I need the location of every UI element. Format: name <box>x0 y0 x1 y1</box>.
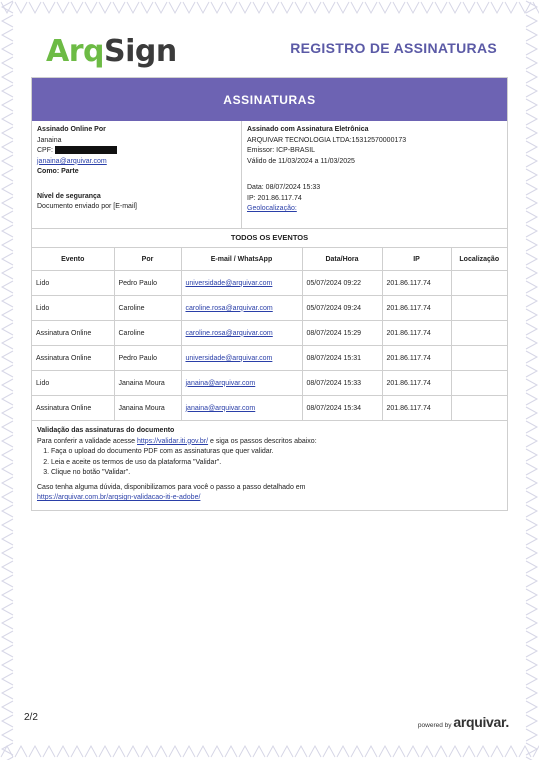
signature-info: Assinado Online Por Janaina CPF: janaina… <box>32 121 507 229</box>
event-ip: 201.86.117.74 <box>381 370 452 396</box>
validation-section: Validação das assinaturas do documento P… <box>32 421 507 510</box>
signer-cpf: CPF: <box>37 146 236 157</box>
signer-name: Janaina <box>37 136 62 144</box>
event-datetime: 08/07/2024 15:34 <box>301 395 383 421</box>
logo-text-sign: Sign <box>104 34 177 69</box>
event-email[interactable]: caroline.rosa@arquivar.com <box>180 320 303 346</box>
certificate-validity: Válido de 11/03/2024 a 11/03/2025 <box>247 157 355 165</box>
event-location <box>450 345 507 371</box>
cpf-redaction <box>54 146 117 155</box>
signer-label: Assinado Online Por <box>37 126 106 133</box>
event-ip: 201.86.117.74 <box>381 295 452 321</box>
validation-title: Validação das assinaturas do documento <box>37 427 175 434</box>
powered-by: powered by arquivar. <box>418 714 509 730</box>
column-header: Localização <box>450 248 507 271</box>
certificate-info: Assinado com Assinatura Eletrônica ARQUI… <box>242 121 507 228</box>
column-header: Data/Hora <box>301 248 383 271</box>
signer-email[interactable]: janaina@arquivar.com <box>37 157 236 168</box>
event-row: Assinatura Online Janaina Moura janaina@… <box>32 395 507 421</box>
event-type: Assinatura Online <box>32 395 115 421</box>
column-header: Por <box>113 248 182 271</box>
validation-step: Faça o upload do documento PDF com as as… <box>51 447 502 458</box>
decorative-border-right <box>523 0 539 760</box>
page-number: 2/2 <box>24 712 38 723</box>
validation-intro-text-end: e siga os passos descritos abaixo: <box>208 437 317 445</box>
arquivar-logo: arquivar. <box>453 714 509 730</box>
decorative-border-top <box>0 0 539 16</box>
signer-role: Como: Parte <box>37 168 79 175</box>
validation-intro-text: Para conferir a validade acesse <box>37 437 137 445</box>
event-by: Caroline <box>113 320 182 346</box>
event-type: Assinatura Online <box>32 345 115 371</box>
validation-steps: Faça o upload do documento PDF com as as… <box>37 447 502 479</box>
event-datetime: 05/07/2024 09:24 <box>301 295 383 321</box>
validation-step: Leia e aceite os termos de uso da plataf… <box>51 458 502 469</box>
event-row: Assinatura Online Caroline caroline.rosa… <box>32 320 507 346</box>
event-ip: 201.86.117.74 <box>381 320 452 346</box>
event-datetime: 08/07/2024 15:33 <box>301 370 383 396</box>
event-location <box>450 395 507 421</box>
document-page: ArqSign REGISTRO DE ASSINATURAS ASSINATU… <box>16 16 523 744</box>
events-header-row: Evento Por E-mail / WhatsApp Data/Hora I… <box>32 248 507 271</box>
event-datetime: 08/07/2024 15:31 <box>301 345 383 371</box>
signer-info: Assinado Online Por Janaina CPF: janaina… <box>32 121 242 228</box>
column-header: E-mail / WhatsApp <box>180 248 303 271</box>
event-type: Lido <box>32 270 115 296</box>
event-by: Pedro Paulo <box>113 270 182 296</box>
signatures-box: ASSINATURAS Assinado Online Por Janaina … <box>31 77 508 511</box>
cpf-label: CPF: <box>37 147 53 154</box>
event-ip: 201.86.117.74 <box>381 395 452 421</box>
help-text: Caso tenha alguma dúvida, disponibilizam… <box>37 483 306 491</box>
powered-by-label: powered by <box>417 722 452 729</box>
event-by: Caroline <box>113 295 182 321</box>
event-ip: 201.86.117.74 <box>381 345 452 371</box>
help-link[interactable]: https://arquivar.com.br/arqsign-validaca… <box>37 493 502 504</box>
validar-link[interactable]: https://validar.iti.gov.br/ <box>137 438 208 445</box>
event-datetime: 08/07/2024 15:29 <box>301 320 383 346</box>
geolocation-link[interactable]: Geolocalização: <box>247 204 502 215</box>
signature-date: Data: 08/07/2024 15:33 <box>247 184 321 191</box>
document-title: REGISTRO DE ASSINATURAS <box>290 40 497 56</box>
event-row: Assinatura Online Pedro Paulo universida… <box>32 345 507 371</box>
events-table: Evento Por E-mail / WhatsApp Data/Hora I… <box>32 248 507 421</box>
event-email[interactable]: janaina@arquivar.com <box>180 395 303 421</box>
decorative-border-left <box>0 0 16 760</box>
security-level: Nível de segurança <box>37 192 101 200</box>
event-by: Janaina Moura <box>113 370 182 396</box>
event-ip: 201.86.117.74 <box>381 270 452 296</box>
event-location <box>450 320 507 346</box>
event-type: Lido <box>32 295 115 321</box>
event-location <box>450 270 507 296</box>
validation-intro: Para conferir a validade acesse https://… <box>37 437 502 448</box>
logo-text-arq: Arq <box>46 34 105 69</box>
column-header: Evento <box>32 248 115 271</box>
certificate-issuer: Emissor: ICP-BRASIL <box>247 147 316 154</box>
section-title: ASSINATURAS <box>32 78 507 121</box>
event-by: Pedro Paulo <box>113 345 182 371</box>
signature-ip: IP: 201.86.117.74 <box>247 194 302 202</box>
event-row: Lido Caroline caroline.rosa@arquivar.com… <box>32 295 507 321</box>
decorative-border-bottom <box>0 744 539 760</box>
event-row: Lido Janaina Moura janaina@arquivar.com … <box>32 370 507 396</box>
event-location <box>450 295 507 321</box>
certificate-company: ARQUIVAR TECNOLOGIA LTDA:15312570000173 <box>247 136 407 144</box>
column-header: IP <box>381 248 452 271</box>
sent-by: Documento enviado por [E-mail] <box>37 203 137 210</box>
event-email[interactable]: janaina@arquivar.com <box>180 370 303 396</box>
event-type: Assinatura Online <box>32 320 115 346</box>
validation-step: Clique no botão "Validar". <box>51 468 502 479</box>
certificate-label: Assinado com Assinatura Eletrônica <box>247 126 369 133</box>
event-type: Lido <box>32 370 115 396</box>
event-datetime: 05/07/2024 09:22 <box>301 270 383 296</box>
events-title: TODOS OS EVENTOS <box>32 229 507 248</box>
event-location <box>450 370 507 396</box>
arqsign-logo: ArqSign <box>46 34 177 69</box>
event-row: Lido Pedro Paulo universidade@arquivar.c… <box>32 270 507 296</box>
event-email[interactable]: universidade@arquivar.com <box>180 345 303 371</box>
event-email[interactable]: universidade@arquivar.com <box>180 270 303 296</box>
event-email[interactable]: caroline.rosa@arquivar.com <box>180 295 303 321</box>
event-by: Janaina Moura <box>113 395 182 421</box>
